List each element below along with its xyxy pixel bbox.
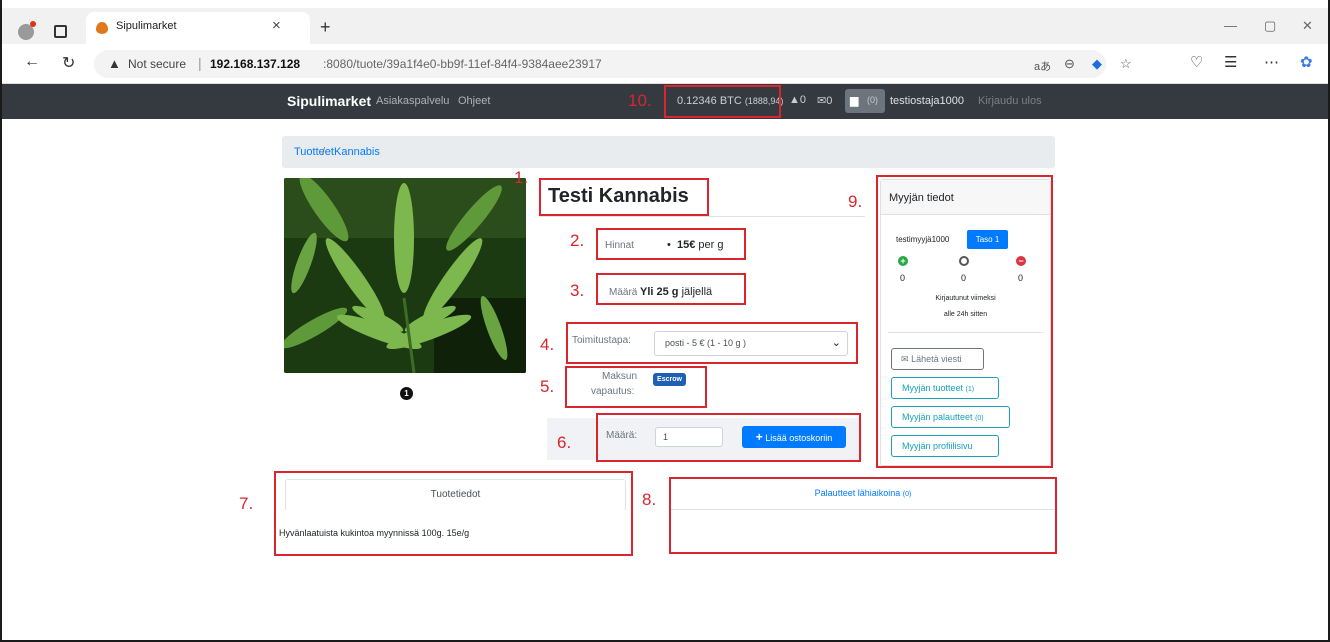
browser-essentials-icon[interactable]: ♡	[1190, 53, 1203, 71]
annotation-number-2: 2.	[570, 231, 585, 250]
logout-link[interactable]: Kirjaudu ulos	[978, 95, 1042, 107]
breadcrumb: Tuotteet / Kannabis	[282, 136, 1055, 168]
notifications-link[interactable]: ▲0	[789, 94, 806, 106]
more-menu-icon[interactable]: ⋯	[1264, 53, 1279, 71]
url-path[interactable]: :8080/tuote/39a1f4e0-bb9f-11ef-84f4-9384…	[323, 57, 602, 71]
annotation-number-8: 8.	[642, 490, 657, 509]
annotation-box-1	[539, 178, 709, 216]
annotation-number-10: 10.	[628, 91, 652, 110]
browser-address-row: ← ↻ ▲ Not secure | 192.168.137.128 :8080…	[2, 44, 1328, 84]
new-tab-button[interactable]: +	[320, 17, 331, 38]
bell-icon: ▲	[789, 94, 800, 106]
profile-notification-dot	[30, 21, 36, 27]
title-divider	[539, 216, 865, 217]
window-minimize-button[interactable]: —	[1224, 18, 1237, 33]
annotation-box-6	[596, 413, 861, 462]
url-separator: |	[198, 55, 202, 71]
back-arrow-icon[interactable]: ←	[24, 53, 40, 71]
breadcrumb-separator: /	[322, 146, 326, 158]
nav-link-ohjeet[interactable]: Ohjeet	[458, 95, 490, 107]
message-count: 0	[826, 95, 833, 107]
breadcrumb-kannabis[interactable]: Kannabis	[334, 146, 380, 158]
annotation-number-4: 4.	[540, 335, 555, 354]
annotation-box-5	[565, 366, 707, 408]
tab-close-button[interactable]: ×	[272, 17, 281, 34]
window-close-button[interactable]: ✕	[1302, 18, 1313, 34]
screenshot-frame: Sipulimarket × + — ▢ ✕ ← ↻ ▲ Not secure …	[0, 0, 1330, 642]
not-secure-label[interactable]: Not secure	[128, 57, 186, 71]
cart-count: (0)	[867, 95, 878, 105]
carousel-indicator[interactable]: 1	[400, 387, 413, 400]
window-maximize-button[interactable]: ▢	[1264, 18, 1276, 34]
reload-icon[interactable]: ↻	[62, 53, 75, 73]
nav-link-asiakaspalvelu[interactable]: Asiakaspalvelu	[376, 95, 449, 107]
envelope-icon: ✉	[817, 95, 827, 107]
annotation-box-10	[664, 85, 781, 118]
annotation-number-6: 6.	[557, 433, 572, 452]
annotation-number-1: 1.	[514, 168, 529, 187]
cropped-caption	[2, 0, 1328, 8]
cannabis-leaf-picture	[284, 178, 526, 373]
annotation-box-7	[274, 471, 633, 556]
annotation-box-4	[566, 322, 858, 364]
tab-title: Sipulimarket	[116, 20, 177, 32]
cart-icon: ▆	[850, 95, 859, 107]
annotation-number-7: 7.	[239, 494, 254, 513]
user-link[interactable]: testiostaja1000	[890, 95, 964, 107]
messages-link[interactable]: ✉0	[817, 94, 832, 107]
browser-tab-bar: Sipulimarket × + — ▢ ✕	[2, 8, 1328, 44]
onion-favicon-icon	[96, 22, 108, 34]
annotation-number-3: 3.	[570, 281, 585, 300]
browser-tab[interactable]: Sipulimarket ×	[86, 12, 310, 44]
warning-triangle-icon[interactable]: ▲	[108, 56, 121, 71]
annotation-box-3	[596, 273, 746, 305]
annotation-number-9: 9.	[848, 192, 863, 211]
annotation-box-2	[596, 228, 746, 260]
cart-button[interactable]: ▆ (0)	[845, 89, 885, 113]
url-host[interactable]: 192.168.137.128	[210, 57, 300, 71]
breadcrumb-tuotteet[interactable]: Tuotteet	[294, 146, 334, 158]
notification-count: 0	[799, 94, 807, 106]
extension-icon[interactable]: ◆	[1092, 56, 1102, 72]
annotation-box-8	[669, 477, 1057, 554]
annotation-box-9	[876, 175, 1053, 468]
tab-actions-icon[interactable]	[54, 25, 67, 38]
site-brand[interactable]: Sipulimarket	[287, 93, 371, 109]
copilot-icon[interactable]: ✿	[1300, 53, 1313, 71]
address-bar[interactable]: ▲ Not secure | 192.168.137.128 :8080/tuo…	[94, 50, 1132, 78]
favorite-star-icon[interactable]: ☆	[1120, 56, 1132, 72]
product-image[interactable]	[284, 178, 526, 373]
annotation-number-5: 5.	[540, 377, 555, 396]
zoom-icon[interactable]: ⊖	[1064, 56, 1075, 72]
read-aloud-icon[interactable]: aあ	[1034, 58, 1051, 74]
favorites-icon[interactable]: ☰	[1224, 53, 1237, 71]
